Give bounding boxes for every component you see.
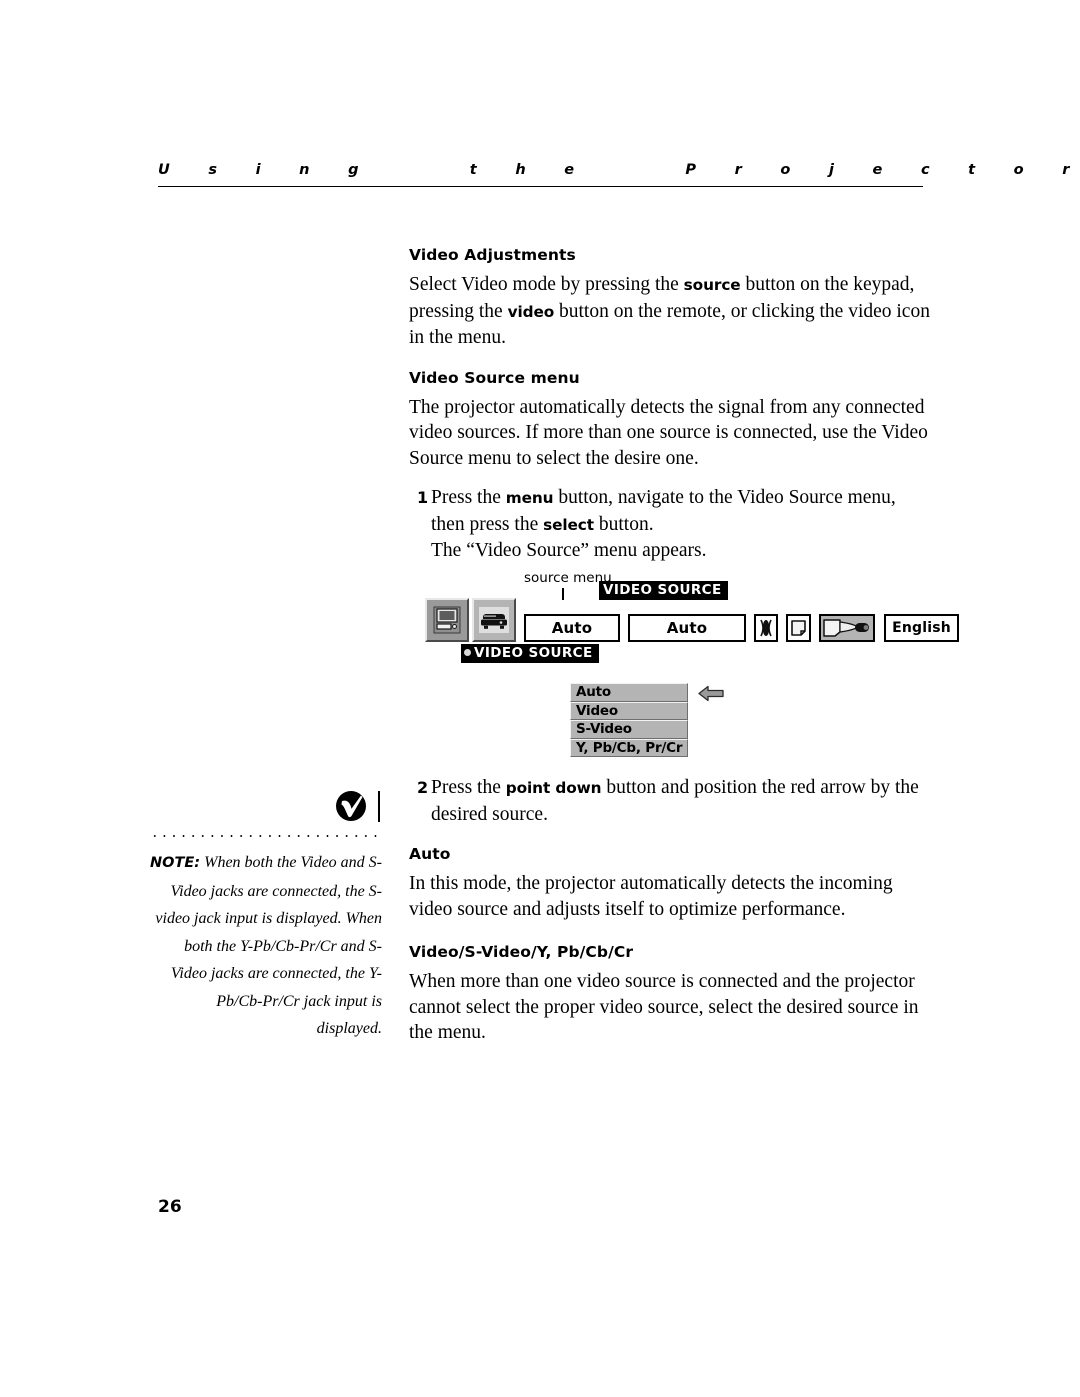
paragraph-video-adjustments: Select Video mode by pressing the source… [409,272,934,351]
tooltip-video-source-under: VIDEO SOURCE [461,644,599,663]
video-source-dropdown[interactable]: Auto Video S-Video Y, Pb/Cb, Pr/Cr [570,683,688,757]
text-run: Press the [431,487,506,508]
computer-source-icon[interactable] [425,598,469,642]
logo-divider-bar [377,790,380,822]
note-text: When both the Video and S-Video jacks ar… [155,854,382,1037]
dropdown-option-auto[interactable]: Auto [570,683,688,702]
margin-note: NOTE: When both the Video and S-Video ja… [150,786,382,1043]
bold-source-button: source [683,276,741,294]
paragraph-video-source-menu: The projector automatically detects the … [409,396,928,469]
paragraph-video-s-video-component: When more than one video source is conne… [409,971,919,1043]
source-field-auto[interactable]: Auto [524,614,620,642]
infocus-logo-icon [335,791,366,821]
step-1-result: The “Video Source” menu appears. [431,540,707,561]
step-1-text: Press the menu button, navigate to the V… [431,485,934,564]
computer-source-icon-glyph [433,606,461,634]
dropdown-option-s-video[interactable]: S-Video [570,720,688,739]
note-body: NOTE: When both the Video and S-Video ja… [150,849,382,1043]
screen-icon-glyph [791,620,806,636]
heading-auto: Auto [409,845,451,863]
contrast-icon[interactable] [754,614,778,642]
dropdown-option-video[interactable]: Video [570,701,688,720]
step-2-text: Press the point down button and position… [431,775,934,827]
dropdown-option-component[interactable]: Y, Pb/Cb, Pr/Cr [570,738,688,757]
running-head-title: U s i n g t h e P r o j e c t o r [158,162,1079,178]
running-head-rule [158,186,923,187]
page-number: 26 [158,1197,182,1217]
language-field[interactable]: English [884,614,959,642]
bullet-dot-icon [464,649,471,656]
note-label: NOTE: [150,855,201,871]
text-run: Select Video mode by pressing the [409,274,684,295]
projection-mode-icon-glyph [823,619,869,637]
projection-mode-icon[interactable] [819,614,875,642]
heading-video-s-video-component: Video/S-Video/Y, Pb/Cb/Cr [409,943,634,961]
running-head: U s i n g t h e P r o j e c t o r [158,160,1079,187]
step-1: 1 Press the menu button, navigate to the… [409,485,934,564]
contrast-icon-glyph [760,619,772,637]
note-dotted-divider [150,835,382,837]
screen-icon[interactable] [786,614,811,642]
tooltip-video-source-top: VIDEO SOURCE [599,581,728,600]
heading-video-source-menu: Video Source menu [409,368,580,387]
main-content-column: Video Adjustments Select Video mode by p… [409,245,934,568]
heading-video-adjustments: Video Adjustments [409,246,576,264]
tooltip-under-label: VIDEO SOURCE [474,645,593,661]
video-source-field-auto[interactable]: Auto [628,614,746,642]
video-source-icon-glyph [479,607,509,633]
bold-video-button: video [507,302,555,321]
text-run: Press the [431,777,506,798]
note-logo-row [150,786,382,826]
bold-select-button: select [543,515,594,534]
video-source-icon[interactable] [472,598,516,642]
text-run: button. [594,513,654,535]
paragraph-auto: In this mode, the projector automaticall… [409,873,893,920]
bold-menu-button: menu [505,489,554,507]
step-2: 2 Press the point down button and positi… [409,775,934,827]
step-1-number: 1 [417,488,429,507]
video-source-menu-figure: source menu Auto Auto English VIDEO SOUR… [425,571,959,766]
bold-point-down-button: point down [505,779,602,797]
step-2-number: 2 [417,778,429,797]
left-arrow-pointer-icon [698,685,724,702]
main-content-column-lower: 2 Press the point down button and positi… [409,775,934,1063]
